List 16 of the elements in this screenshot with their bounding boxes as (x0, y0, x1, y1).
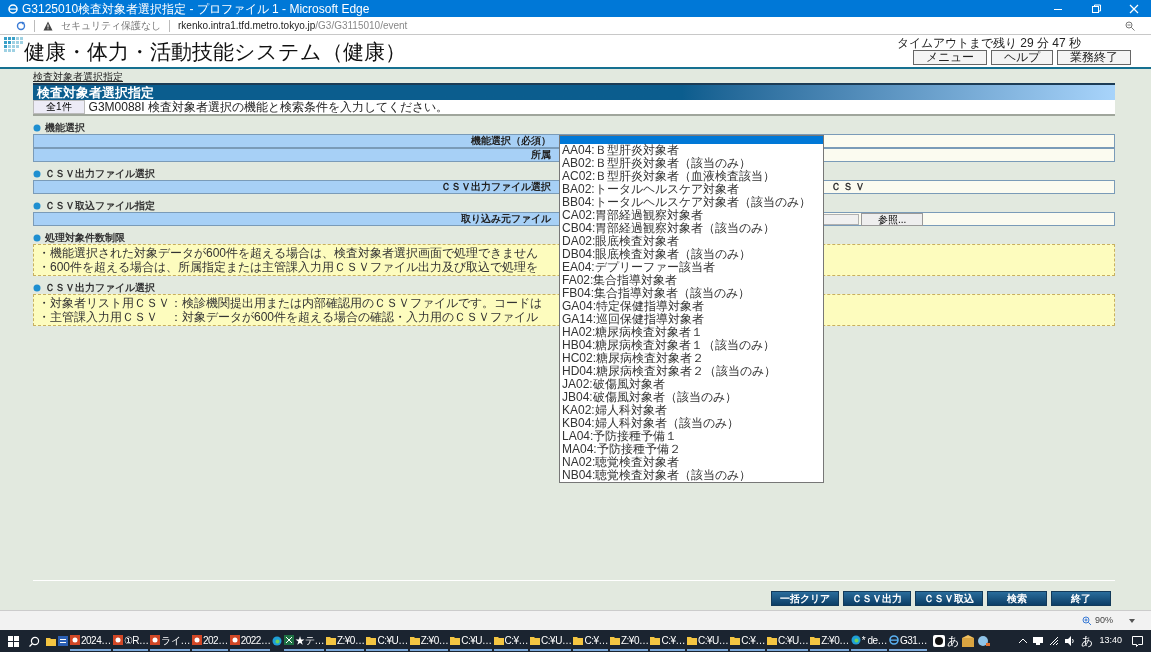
notice-text: ・機能選択された対象データが600件を超える場合は、検査対象者選択画面で処理できません (38, 246, 539, 260)
section-title: 機能選択 (45, 121, 85, 135)
app-title: 健康・体力・活動技能システム（健康） (24, 39, 406, 65)
notice-text: ・600件を超える場合は、所属指定または主管課入力用ＣＳＶファイル出力及び取込で処理を (38, 260, 539, 274)
notice-text: ・対象者リスト用ＣＳＶ：検診機関提出用または内部確認用のＣＳＶファイルです。コードは (38, 296, 542, 310)
section-title: ＣＳＶ出力ファイル選択 (45, 167, 155, 181)
section-title: ＣＳＶ取込ファイル指定 (45, 199, 155, 213)
security-label: セキュリティ保護なし (61, 19, 161, 33)
record-count: 全1件 (33, 100, 85, 114)
section-title: 処理対象件数制限 (45, 231, 125, 245)
page-title: 検査対象者選択指定 (33, 83, 1115, 100)
message-text: G3M0088I 検査対象者選択の機能と検索条件を入力してください。 (88, 100, 448, 114)
timeout-text: タイムアウトまで残り 29 分 47 秒 (896, 37, 1081, 50)
section-title: ＣＳＶ出力ファイル選択 (45, 281, 155, 295)
notice-text: ・主管課入力用ＣＳＶ ：対象データが600件を超える場合の確認・入力用のＣＳＶファイル (38, 310, 539, 324)
window-title: G3125010検査対象者選択指定 - プロファイル 1 - Microsoft Edge (22, 1, 370, 16)
